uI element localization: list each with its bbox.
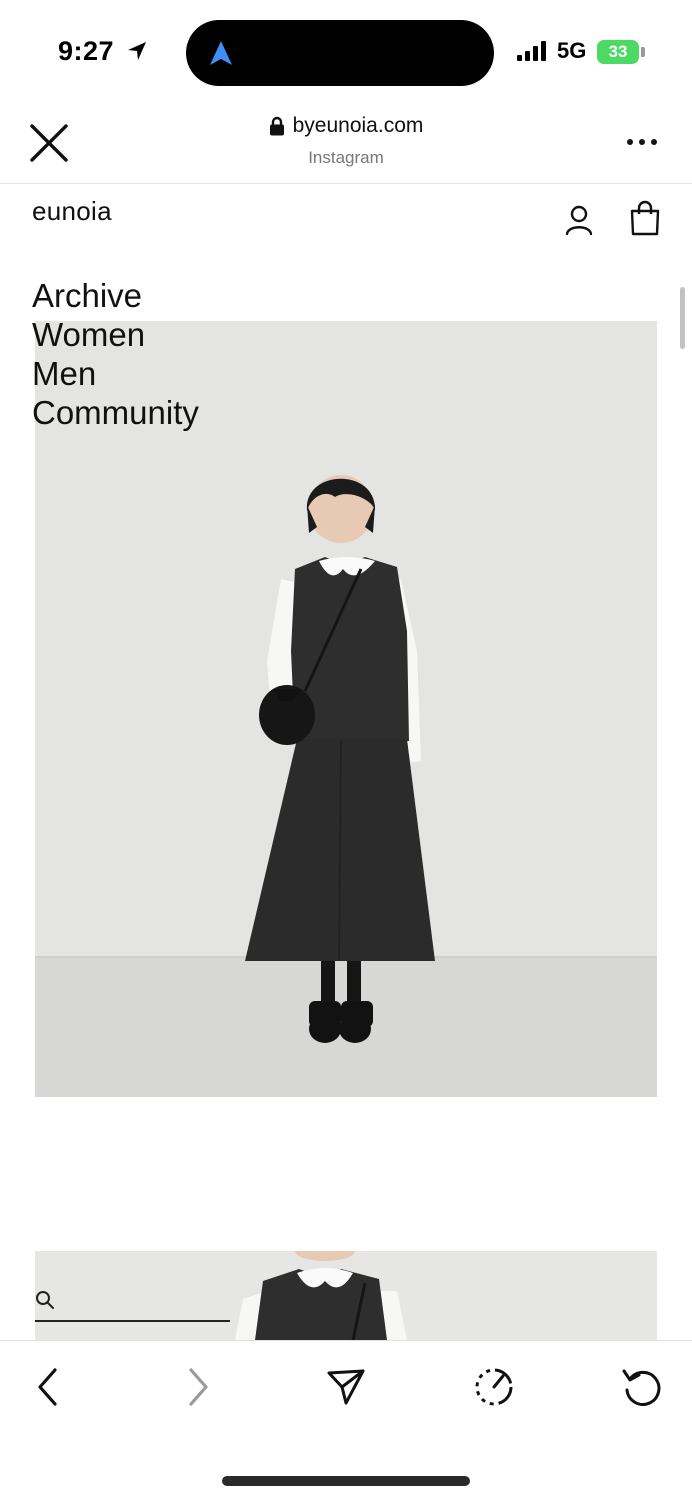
browser-toolbar: [0, 1340, 692, 1500]
hero-photo: [35, 321, 657, 1097]
account-icon[interactable]: [564, 204, 594, 236]
url-line: byeunoia.com: [269, 114, 424, 138]
speed-icon[interactable]: [474, 1367, 514, 1407]
site-logo[interactable]: eunoia: [32, 196, 112, 227]
forward-icon[interactable]: [178, 1367, 218, 1407]
product-image-2[interactable]: [35, 1251, 657, 1340]
shopping-bag-icon[interactable]: [629, 200, 661, 236]
lock-icon: [269, 116, 284, 136]
network-label: 5G: [557, 38, 587, 63]
home-indicator: [222, 1476, 470, 1486]
menu-item-archive[interactable]: Archive: [32, 276, 199, 315]
browser-header: byeunoia.com Instagram: [0, 100, 692, 184]
signal-icon: [517, 41, 546, 61]
reload-icon[interactable]: [622, 1367, 662, 1407]
url-domain: byeunoia.com: [292, 114, 424, 137]
share-icon[interactable]: [326, 1367, 366, 1407]
menu-item-women[interactable]: Women: [32, 315, 199, 354]
battery-icon: 33: [597, 40, 639, 64]
battery-level: 33: [608, 42, 628, 61]
location-arrow-icon: [128, 42, 146, 60]
dynamic-island: [186, 20, 494, 86]
back-icon[interactable]: [28, 1367, 68, 1407]
hero-image[interactable]: [35, 321, 657, 1097]
browser-subtitle: Instagram: [308, 148, 384, 167]
more-icon[interactable]: [624, 132, 660, 152]
status-bar: 9:27 5G 33: [0, 0, 692, 100]
search-icon[interactable]: [35, 1290, 55, 1310]
url-area[interactable]: byeunoia.com Instagram: [0, 114, 692, 168]
product-photo-2: [35, 1251, 657, 1340]
status-time: 9:27: [58, 36, 115, 66]
menu-item-community[interactable]: Community: [32, 393, 199, 432]
scroll-indicator[interactable]: [680, 287, 685, 349]
battery-nub: [641, 47, 645, 57]
menu-item-men[interactable]: Men: [32, 354, 199, 393]
navigation-icon: [210, 41, 232, 65]
search-underline[interactable]: [35, 1320, 230, 1322]
main-menu: Archive Women Men Community: [32, 276, 199, 432]
